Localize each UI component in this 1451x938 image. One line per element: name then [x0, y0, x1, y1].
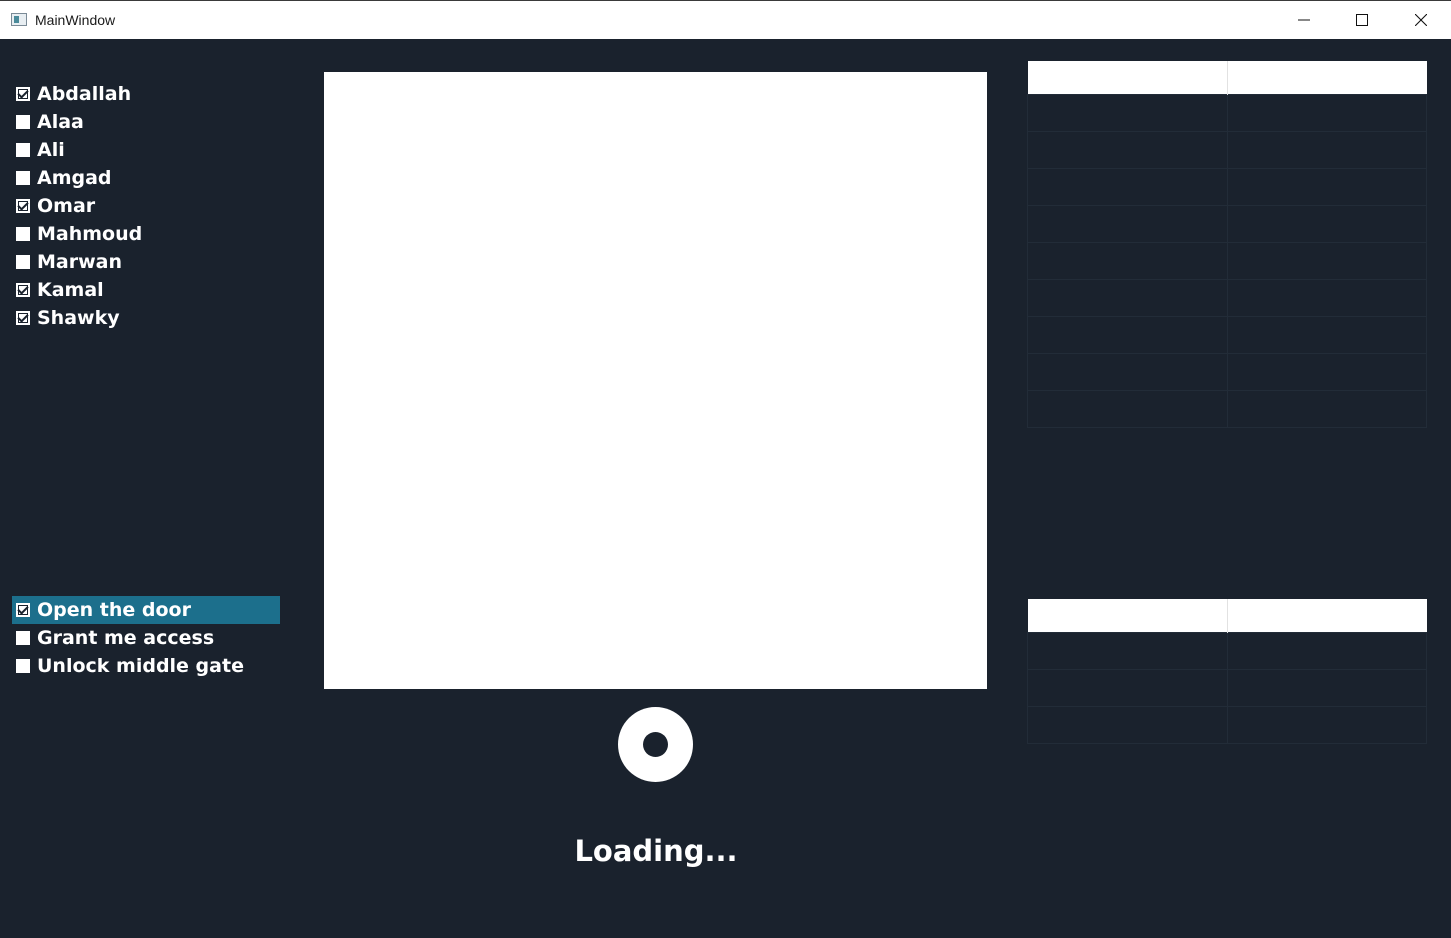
maximize-icon: [1356, 14, 1368, 26]
checkbox[interactable]: [16, 87, 30, 101]
table-cell[interactable]: [1226, 315, 1427, 354]
table-cell[interactable]: [1027, 130, 1228, 169]
table-cell[interactable]: [1027, 167, 1228, 206]
table-row[interactable]: [1027, 705, 1427, 744]
close-icon: [1415, 14, 1427, 26]
table-cell[interactable]: [1027, 668, 1228, 707]
maximize-button[interactable]: [1333, 1, 1391, 39]
table-header-row: [1027, 61, 1427, 94]
record-dot-icon: [643, 732, 668, 757]
table-cell[interactable]: [1226, 705, 1427, 744]
checkbox[interactable]: [16, 311, 30, 325]
table-cell[interactable]: [1027, 93, 1228, 132]
names-checklist: Abdallah Alaa Ali Amgad Omar Mahmoud Marwan Kam…: [12, 80, 280, 332]
table-cell[interactable]: [1226, 631, 1427, 670]
table-cell[interactable]: [1226, 389, 1427, 428]
camera-view: [324, 72, 987, 689]
table-row[interactable]: [1027, 352, 1427, 391]
name-item[interactable]: Amgad: [12, 164, 280, 192]
table-cell[interactable]: [1226, 93, 1427, 132]
checkbox[interactable]: [16, 283, 30, 297]
table-row[interactable]: [1027, 631, 1427, 670]
table-cell[interactable]: [1027, 705, 1228, 744]
bottom-table: [1027, 599, 1427, 744]
checkbox[interactable]: [16, 199, 30, 213]
table-cell[interactable]: [1226, 278, 1427, 317]
checkbox[interactable]: [16, 115, 30, 129]
table-cell[interactable]: [1226, 167, 1427, 206]
column-header[interactable]: [1027, 599, 1228, 632]
minimize-button[interactable]: [1275, 1, 1333, 39]
table-row[interactable]: [1027, 241, 1427, 280]
record-button[interactable]: [618, 707, 693, 782]
actions-checklist: Open the door Grant me access Unlock middl…: [12, 596, 280, 680]
table-cell[interactable]: [1226, 204, 1427, 243]
name-label: Alaa: [37, 111, 84, 133]
table-cell[interactable]: [1027, 204, 1228, 243]
action-item[interactable]: Grant me access: [12, 624, 280, 652]
action-item[interactable]: Open the door: [12, 596, 280, 624]
action-label: Unlock middle gate: [37, 655, 244, 677]
table-row[interactable]: [1027, 668, 1427, 707]
table-row[interactable]: [1027, 315, 1427, 354]
name-label: Omar: [37, 195, 96, 217]
checkbox[interactable]: [16, 227, 30, 241]
name-item[interactable]: Shawky: [12, 304, 280, 332]
column-header[interactable]: [1227, 61, 1427, 94]
table-row[interactable]: [1027, 130, 1427, 169]
table-row[interactable]: [1027, 278, 1427, 317]
loading-status: Loading...: [574, 834, 738, 868]
action-label: Open the door: [37, 599, 191, 621]
table-row[interactable]: [1027, 204, 1427, 243]
checkbox[interactable]: [16, 171, 30, 185]
name-label: Ali: [37, 139, 65, 161]
checkbox[interactable]: [16, 255, 30, 269]
name-label: Mahmoud: [37, 223, 143, 245]
name-item[interactable]: Ali: [12, 136, 280, 164]
name-label: Abdallah: [37, 83, 132, 105]
table-cell[interactable]: [1027, 278, 1228, 317]
table-row[interactable]: [1027, 93, 1427, 132]
table-row[interactable]: [1027, 389, 1427, 428]
name-item[interactable]: Mahmoud: [12, 220, 280, 248]
name-item[interactable]: Alaa: [12, 108, 280, 136]
top-table: [1027, 61, 1427, 428]
title-bar: MainWindow: [0, 0, 1451, 39]
table-cell[interactable]: [1027, 631, 1228, 670]
table-cell[interactable]: [1226, 352, 1427, 391]
name-label: Marwan: [37, 251, 122, 273]
checkbox[interactable]: [16, 659, 30, 673]
table-cell[interactable]: [1027, 389, 1228, 428]
column-header[interactable]: [1227, 599, 1427, 632]
checkbox[interactable]: [16, 603, 30, 617]
name-item[interactable]: Kamal: [12, 276, 280, 304]
name-label: Shawky: [37, 307, 120, 329]
table-cell[interactable]: [1226, 668, 1427, 707]
table-cell[interactable]: [1027, 241, 1228, 280]
name-item[interactable]: Abdallah: [12, 80, 280, 108]
close-button[interactable]: [1392, 1, 1450, 39]
name-label: Amgad: [37, 167, 112, 189]
table-cell[interactable]: [1027, 315, 1228, 354]
table-row[interactable]: [1027, 167, 1427, 206]
action-item[interactable]: Unlock middle gate: [12, 652, 280, 680]
name-item[interactable]: Omar: [12, 192, 280, 220]
table-header-row: [1027, 599, 1427, 632]
table-cell[interactable]: [1027, 352, 1228, 391]
table-cell[interactable]: [1226, 241, 1427, 280]
action-label: Grant me access: [37, 627, 215, 649]
window-title: MainWindow: [35, 12, 116, 28]
minimize-icon: [1298, 19, 1310, 21]
checkbox[interactable]: [16, 143, 30, 157]
column-header[interactable]: [1027, 61, 1228, 94]
app-window-icon: [11, 13, 27, 26]
checkbox[interactable]: [16, 631, 30, 645]
name-item[interactable]: Marwan: [12, 248, 280, 276]
name-label: Kamal: [37, 279, 104, 301]
table-cell[interactable]: [1226, 130, 1427, 169]
